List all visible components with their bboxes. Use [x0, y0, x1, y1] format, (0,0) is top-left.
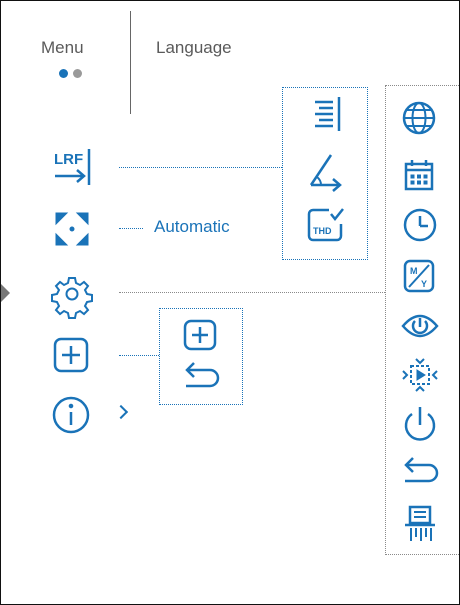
page-indicator-dot-active: [59, 69, 68, 78]
pixel-calibration-icon[interactable]: [401, 357, 439, 393]
list-align-icon[interactable]: [307, 96, 345, 132]
return-arrow-icon[interactable]: [401, 455, 439, 491]
power-icon[interactable]: [402, 405, 438, 443]
clock-icon[interactable]: [403, 208, 437, 242]
gear-icon[interactable]: [51, 275, 93, 319]
calendar-icon[interactable]: [404, 159, 434, 191]
info-circle-icon[interactable]: [52, 396, 90, 434]
units-mw-icon[interactable]: M Y: [403, 259, 435, 293]
crosshair-arrows-icon[interactable]: [53, 210, 91, 248]
power-eye-icon[interactable]: [401, 312, 439, 340]
connector-lrf: [119, 167, 282, 168]
chevron-right-icon[interactable]: [113, 404, 129, 420]
mode-value[interactable]: Automatic: [154, 217, 230, 237]
tab-language[interactable]: Language: [156, 38, 232, 58]
tab-menu[interactable]: Menu: [41, 38, 84, 58]
lrf-icon[interactable]: LRF: [53, 147, 95, 187]
tab-divider: [130, 11, 131, 114]
plus-square-icon[interactable]: [183, 319, 217, 351]
angle-icon[interactable]: [307, 151, 345, 192]
lrf-label: LRF: [54, 151, 83, 168]
svg-text:M: M: [410, 266, 418, 276]
plus-square-icon[interactable]: [53, 337, 89, 373]
selected-item-pointer: [1, 284, 10, 302]
connector-mode: [119, 228, 143, 229]
globe-icon[interactable]: [402, 101, 436, 135]
thd-label: THD: [313, 226, 332, 236]
page-indicator-dot: [73, 69, 82, 78]
device-screen: Menu Language LRF Automatic THD M Y: [0, 0, 460, 605]
connector-add: [119, 355, 159, 356]
return-arrow-icon[interactable]: [182, 360, 220, 396]
svg-text:Y: Y: [421, 279, 427, 289]
thd-icon[interactable]: THD: [307, 206, 345, 244]
shredder-icon[interactable]: [402, 505, 438, 543]
connector-settings: [119, 292, 385, 293]
